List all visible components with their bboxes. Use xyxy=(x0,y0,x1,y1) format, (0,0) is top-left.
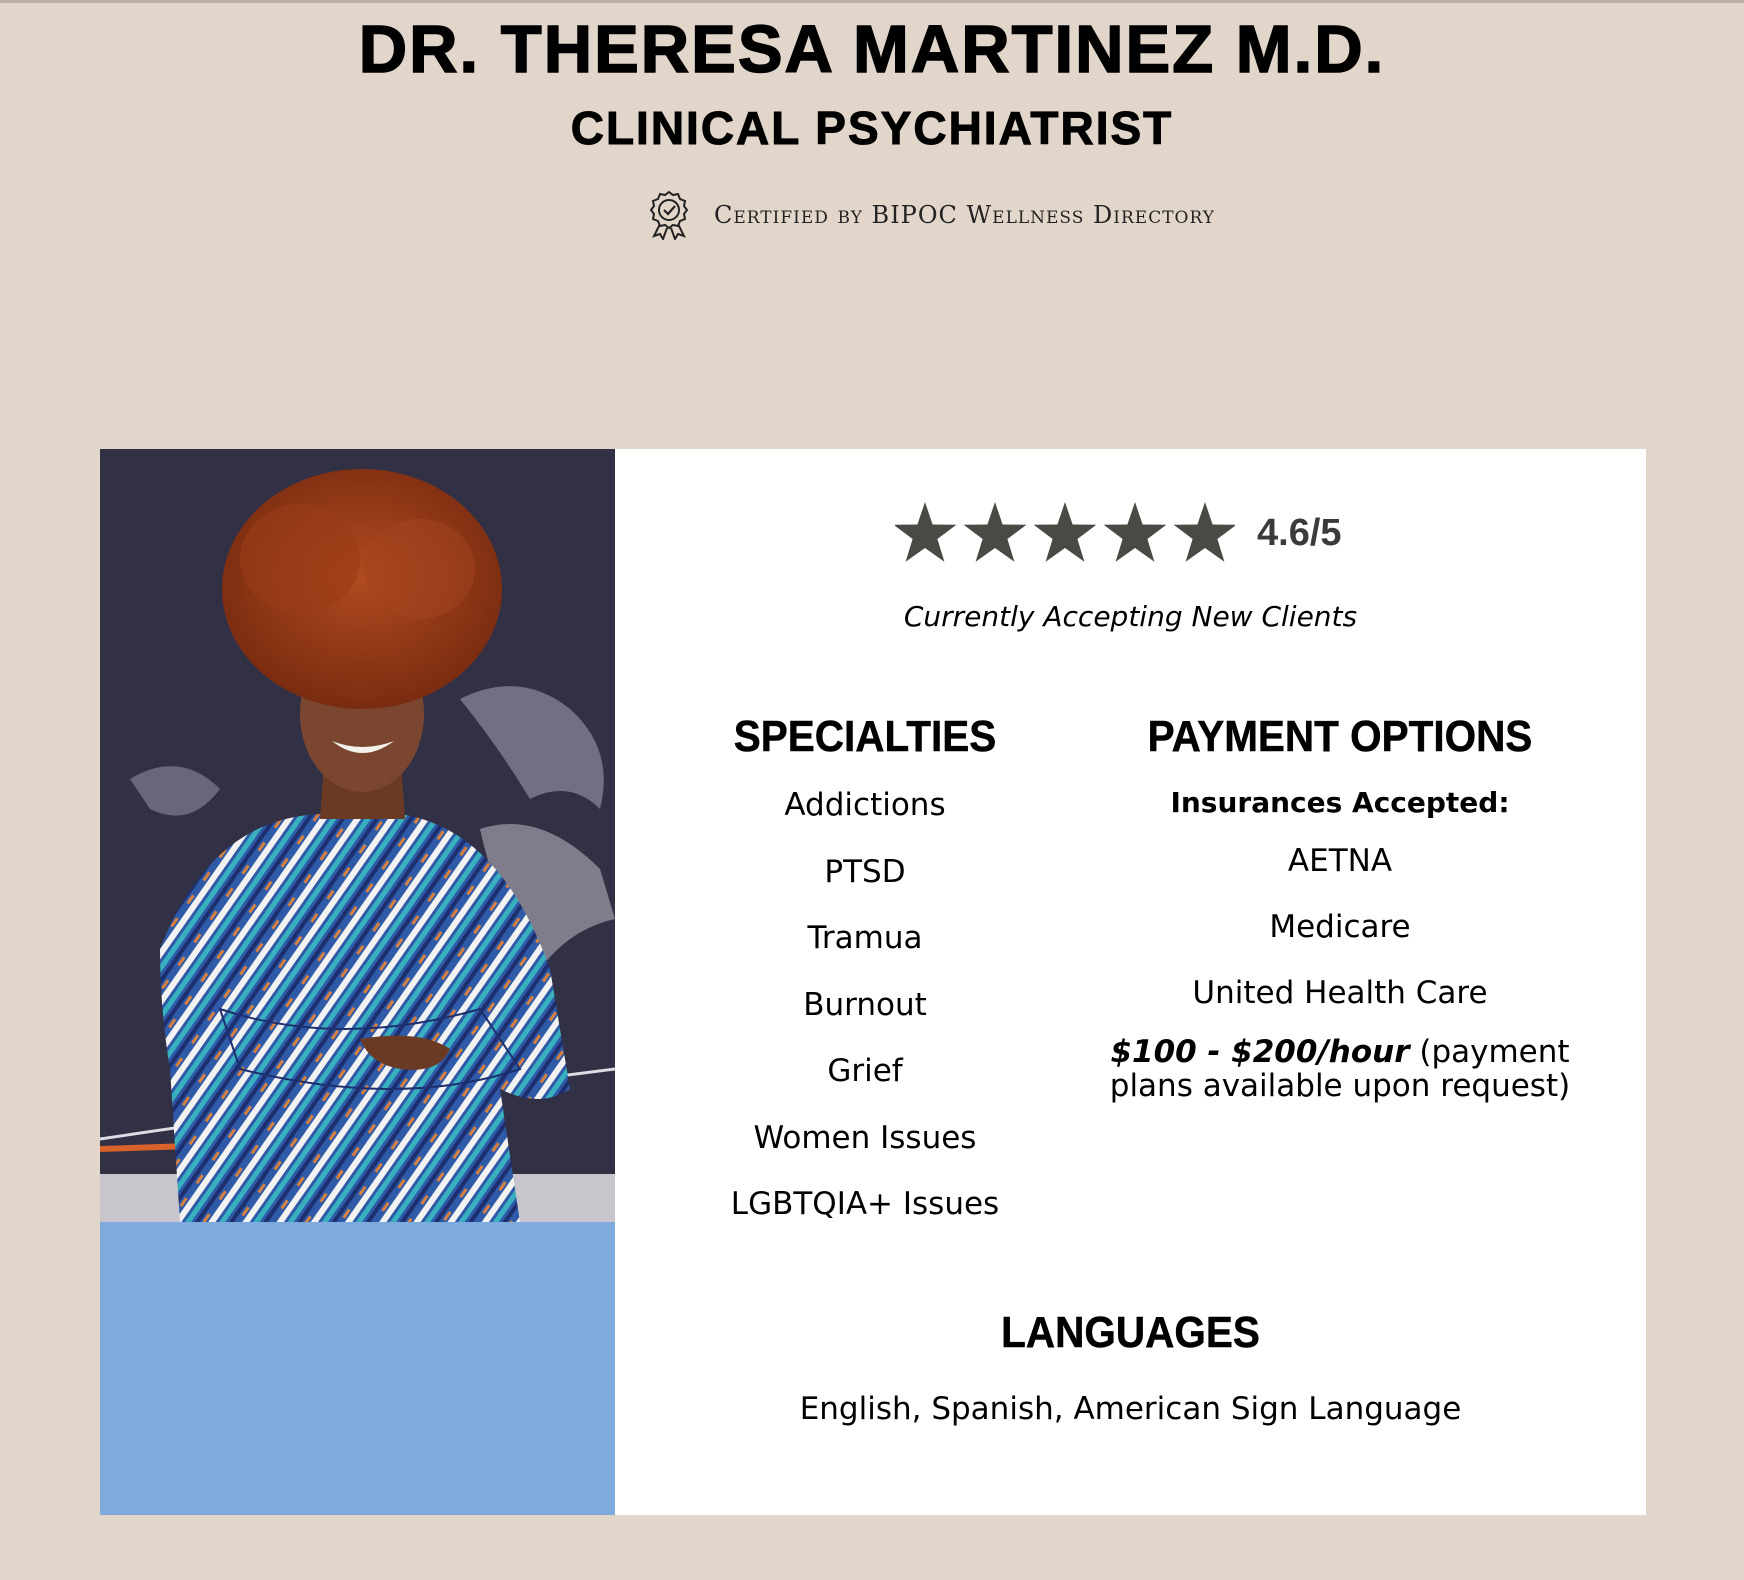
availability-status: Currently Accepting New Clients xyxy=(903,600,1358,633)
specialty-item: PTSD xyxy=(824,853,906,890)
specialty-item: LGBTQIA+ Issues xyxy=(730,1186,1000,1222)
star-filled-icon xyxy=(1103,502,1167,562)
languages-section: LANGUAGES xyxy=(615,1307,1646,1359)
payment-section: PAYMENT OPTIONS Insurances Accepted: AET… xyxy=(1105,711,1575,1103)
insurance-item: United Health Care xyxy=(1192,975,1488,1011)
profile-header: DR. THERESA MARTINEZ M.D. CLINICAL PSYCH… xyxy=(0,10,1744,156)
specialty-item: Addictions xyxy=(784,787,946,823)
specialties-list: Addictions PTSD Tramua Burnout Grief Wom… xyxy=(695,785,1035,1224)
rating: 4.6/5 xyxy=(615,499,1646,569)
specialty-item: Burnout xyxy=(803,986,927,1023)
languages-list: English, Spanish, American Sign Language xyxy=(799,1391,1462,1427)
insurance-list: AETNA Medicare United Health Care xyxy=(1105,841,1575,1013)
price-range: $100 - $200/hour xyxy=(1110,1034,1410,1070)
specialties-section: SPECIALTIES Addictions PTSD Tramua Burno… xyxy=(695,711,1035,1251)
payment-heading: PAYMENT OPTIONS xyxy=(1147,712,1533,762)
insurances-label: Insurances Accepted: xyxy=(1170,786,1510,819)
doctor-title: CLINICAL PSYCHIATRIST xyxy=(570,102,1174,155)
rating-value: 4.6/5 xyxy=(1257,512,1342,554)
star-rating xyxy=(895,502,1235,562)
specialties-heading: SPECIALTIES xyxy=(733,712,997,762)
top-border xyxy=(0,0,1744,3)
star-filled-icon xyxy=(1033,502,1097,562)
photo-column xyxy=(100,449,615,1515)
certification-badge: Certified by BIPOC Wellness Directory xyxy=(648,190,1215,240)
doctor-portrait xyxy=(100,449,615,1222)
profile-details: 4.6/5 Currently Accepting New Clients SP… xyxy=(615,449,1646,1515)
insurance-item: AETNA xyxy=(1287,843,1393,879)
specialty-item: Women Issues xyxy=(753,1119,977,1156)
specialty-item: Grief xyxy=(827,1053,903,1089)
pricing: $100 - $200/hour (payment plans availabl… xyxy=(1105,1035,1575,1103)
profile-card: 4.6/5 Currently Accepting New Clients SP… xyxy=(100,449,1646,1515)
star-filled-icon xyxy=(963,502,1027,562)
insurance-item: Medicare xyxy=(1269,909,1411,945)
star-filled-icon xyxy=(1173,502,1235,562)
specialty-item: Tramua xyxy=(807,920,923,956)
award-badge-icon xyxy=(649,190,689,240)
star-filled-icon xyxy=(895,502,957,562)
certification-text: Certified by BIPOC Wellness Directory xyxy=(714,201,1215,229)
languages-heading: LANGUAGES xyxy=(1001,1308,1260,1358)
doctor-name: DR. THERESA MARTINEZ M.D. xyxy=(358,11,1386,88)
